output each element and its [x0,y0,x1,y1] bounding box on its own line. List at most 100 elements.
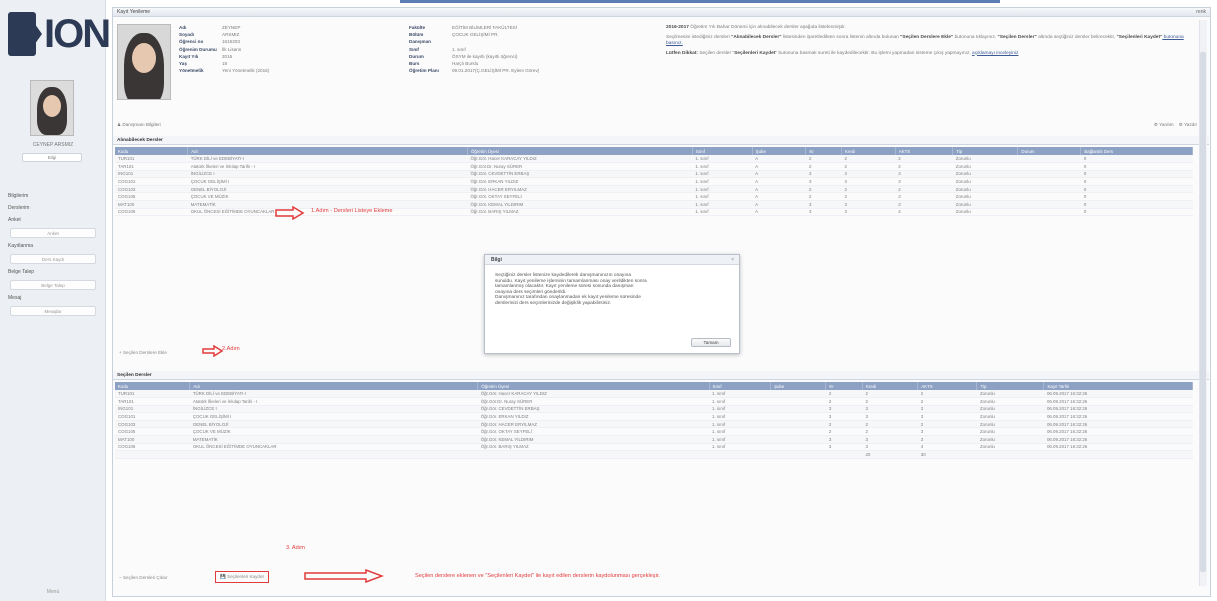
table-cell [477,450,710,459]
table-row[interactable]: TUR101 TÜRK DİLİ ve EDEBİYATI-I Öğr.Gör. H… [115,155,1193,164]
sidebar-menu-item[interactable]: Belge Talep [4,266,102,278]
scrollbar-thumb[interactable] [1200,52,1206,572]
window-right-label[interactable]: renk [1196,8,1206,17]
table-row[interactable]: TAR101 Atatürk İlkeleri ve İnkılap Tarihi… [115,162,1193,171]
student-info-row: Öğretim Planı 09.01.2017(Ç.GELİŞİMİ PR. E… [409,68,539,75]
column-header[interactable]: Kredi [841,147,896,155]
column-header[interactable]: Kodu [115,382,191,390]
table-cell: Zorunlu [976,405,1044,414]
table-row[interactable]: COG103 GENEL BİYOLOJİ Öğr.Gör. HACER ERYIL… [115,420,1193,429]
table-row[interactable]: COG103 GENEL BİYOLOJİ Öğr.Gör. HACER ERYIL… [115,185,1193,194]
table-cell: 1. sınıf [692,170,753,179]
column-header[interactable]: Kredi [862,382,919,390]
column-header[interactable]: Kodu [115,147,189,155]
help-button[interactable]: ⚙ Yardım [1154,122,1174,127]
table-cell [709,450,771,459]
table-cell: Zorunlu [976,443,1044,452]
table-cell [770,443,826,452]
table-cell: 0 [1080,192,1193,202]
add-to-selected-button[interactable]: + Seçilen Derslere Ekle [119,350,167,355]
dialog-ok-button[interactable]: Tamam [691,338,731,347]
column-header[interactable]: Şube [770,382,827,390]
step3-annotation: 3. Adım [286,545,305,551]
table-cell: 3 [841,200,896,209]
column-header[interactable]: Sınıf [692,147,753,155]
sidebar-menu-item[interactable]: Anket [4,214,102,226]
column-header[interactable]: Tip [976,382,1045,390]
table-cell: A [752,155,806,164]
table-cell: A [752,170,806,179]
dialog-close-icon[interactable]: × [731,255,734,265]
column-header[interactable]: Bağlantılı Ders [1080,147,1193,155]
table-cell: 1. sınıf [692,192,753,202]
table-cell: A [752,192,806,202]
info-key: Durum [409,53,424,59]
table-cell [1017,192,1081,202]
print-button[interactable]: ⚙ Yazdır [1179,122,1197,127]
table-row[interactable]: MAT100 MATEMATİK Öğr.Gör. KEMAL YILDIRIM 1.… [115,435,1193,444]
column-header[interactable]: Öğretim Üyesi [467,147,693,155]
column-header[interactable]: Adı [187,147,468,155]
table-row[interactable]: ING101 İNGİLİZCE I Öğr.Gör. CEVDETTİN ERBA… [115,170,1193,179]
column-header[interactable]: AKTS [917,382,978,390]
table-cell: 3 [895,192,953,202]
table-row[interactable]: TUR101 TÜRK DİLİ ve EDEBİYATI-I Öğr.Gör. H… [115,390,1193,399]
table-cell: Atatürk İlkeleri ve İnkılap Tarihi - I [189,397,478,406]
table-cell [770,427,826,437]
info-value: ÖSYM ile kayıtlı (kayıtlı öğrenci) [452,53,518,59]
column-header[interactable]: Kr [825,382,863,390]
advisor-info-link[interactable]: ♟ Danışmanı Bilgileri [117,122,161,127]
table-cell: 3 [862,412,918,421]
table-cell: 2 [825,420,863,429]
left-sidebar: ION CEYNEP ARSMIZ Bilgi Bilgilerim Dersle… [0,0,111,601]
column-header[interactable]: Sınıf [709,382,772,390]
table-cell: Zorunlu [976,397,1044,406]
sidebar-menu-item[interactable]: Derslerim [4,202,102,214]
profile-button[interactable]: Bilgi [22,153,82,162]
table-cell: Öğr.Gör. BARIŞ YILMAZ [477,443,710,452]
sidebar-submenu-item[interactable]: Mesajlar [10,306,96,316]
column-header[interactable]: Durum [1017,147,1082,155]
column-header[interactable]: Adı [189,382,479,390]
column-header[interactable]: Tip [952,147,1019,155]
table-cell: 06.09.2017 16:32:26 [1043,427,1193,437]
table-row[interactable]: COG101 ÇOCUK GELİŞİMİ I Öğr.Gör. ERKAN YIL… [115,412,1193,421]
save-selected-button[interactable]: 💾 Seçilenleri Kaydet [215,571,269,583]
column-header[interactable]: Kr [805,147,842,155]
sidebar-submenu-item[interactable]: Belge Talep [10,280,96,290]
table-cell: 06.09.2017 16:32:26 [1043,390,1193,399]
table-cell: Zorunlu [976,412,1044,421]
column-header[interactable]: Öğretim Üyesi [477,382,710,390]
column-header[interactable]: Şube [752,147,807,155]
table-cell: 2 [895,162,953,171]
table-row[interactable]: COG105 ÇOCUK VE MÜZİK Öğr.Gör. OKTAY SEYFE… [115,427,1193,437]
table-row[interactable]: COG106 OKUL ÖNCESİ EĞİTİMDE OYUNCAKLAR Öğr… [115,443,1193,452]
info-key: Kayıt Yılı [179,53,199,59]
notice-detail-link[interactable]: açıklamayı inceleyiniz [972,51,1018,56]
info-value: 1615203 [222,39,240,45]
table-cell: Zorunlu [952,162,1018,171]
table-cell: Zorunlu [952,200,1018,209]
table-cell: 2 [805,192,842,202]
sidebar-menu-item[interactable]: Mesaj [4,292,102,304]
table-cell [1043,450,1193,459]
table-cell: 1. sınıf [692,177,753,186]
table-cell: 3 [895,200,953,209]
column-header[interactable]: AKTS [895,147,954,155]
sidebar-menu-item[interactable]: Bilgilerim [4,190,102,202]
column-header[interactable]: Kayıt Tarihi [1043,382,1193,390]
sidebar-submenu-item[interactable]: Ders Kaydı [10,254,96,264]
table-cell: TÜRK DİLİ ve EDEBİYATI-I [189,390,478,399]
table-row[interactable]: COG101 ÇOCUK GELİŞİMİ I Öğr.Gör. ERKAN YIL… [115,177,1193,186]
table-row[interactable]: COG105 ÇOCUK VE MÜZİK Öğr.Gör. OKTAY SEYFE… [115,192,1193,202]
info-dialog: Bilgi × Seçtiğiniz dersler listenize kay… [484,254,740,354]
table-cell: ÇOCUK VE MÜZİK [187,192,468,202]
table-row[interactable]: ING101 İNGİLİZCE I Öğr.Gör. CEVDETTİN ERBA… [115,405,1193,414]
sidebar-submenu-item[interactable]: Anket [10,228,96,238]
window-titlebar: Kayıt Yenileme renk [113,8,1210,17]
sidebar-menu-item[interactable]: Kayıtlanma [4,240,102,252]
info-value: 09.01.2017(Ç.GELİŞİMİ PR. Eylem Görev) [452,68,540,74]
remove-selected-button[interactable]: − Seçilen Dersleri Çıkar [119,575,167,580]
table-row[interactable]: TAR101 Atatürk İlkeleri ve İnkılap Tarihi… [115,397,1193,406]
step2-arrow-icon [202,345,224,357]
